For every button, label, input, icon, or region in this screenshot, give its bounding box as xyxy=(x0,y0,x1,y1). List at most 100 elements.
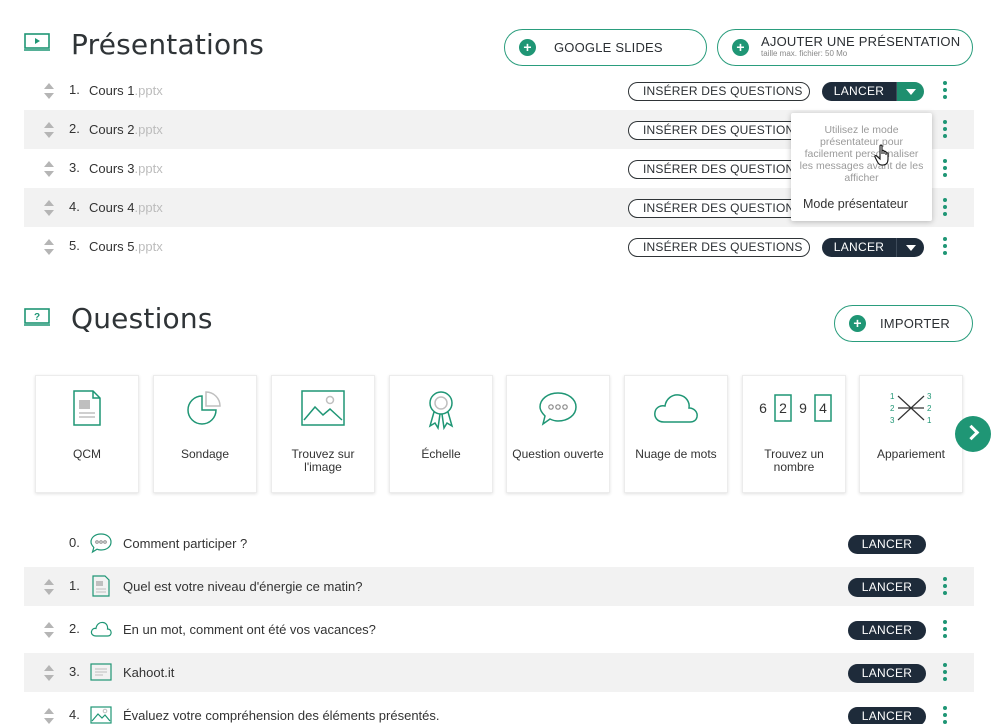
plus-icon: + xyxy=(519,39,536,56)
speech-bubble-icon xyxy=(90,533,112,554)
card-label: Sondage xyxy=(180,447,230,461)
more-options-icon[interactable] xyxy=(943,663,947,681)
card-label: Question ouverte xyxy=(512,447,604,461)
digit: 9 xyxy=(799,400,807,416)
row-number: 5. xyxy=(69,238,80,253)
more-options-icon[interactable] xyxy=(943,120,947,138)
launch-button[interactable]: LANCER xyxy=(848,535,926,554)
google-slides-button[interactable]: + GOOGLE SLIDES xyxy=(504,29,707,66)
plus-icon: + xyxy=(732,39,749,56)
insert-questions-button[interactable]: INSÉRER DES QUESTIONS xyxy=(628,199,810,218)
file-name: Cours 4 xyxy=(89,200,135,215)
card-label: Échelle xyxy=(421,447,461,461)
next-types-button[interactable] xyxy=(955,416,991,452)
more-options-icon[interactable] xyxy=(943,237,947,255)
more-options-icon[interactable] xyxy=(943,159,947,177)
insert-questions-button[interactable]: INSÉRER DES QUESTIONS xyxy=(628,160,810,179)
question-type-card-number[interactable]: 6 2 9 4 Trouvez un nombre xyxy=(742,375,846,493)
drag-handle-icon[interactable] xyxy=(44,665,54,681)
question-text[interactable]: Comment participer ? xyxy=(123,536,247,551)
question-row: 1. Quel est votre niveau d'énergie ce ma… xyxy=(24,567,974,606)
row-number: 1. xyxy=(69,82,80,97)
question-type-card-wordcloud[interactable]: Nuage de mots xyxy=(624,375,728,493)
more-options-icon[interactable] xyxy=(943,81,947,99)
launch-button[interactable]: LANCER xyxy=(848,707,926,724)
launch-options-toggle[interactable] xyxy=(896,82,924,101)
insert-questions-button[interactable]: INSÉRER DES QUESTIONS xyxy=(628,121,810,140)
presentation-name[interactable]: Cours 2.pptx xyxy=(89,122,163,137)
insert-questions-button[interactable]: INSÉRER DES QUESTIONS xyxy=(628,82,810,101)
launch-options-toggle[interactable] xyxy=(896,238,924,257)
presenter-mode-dropdown: Utilisez le mode présentateur pour facil… xyxy=(791,113,932,221)
drag-handle-icon[interactable] xyxy=(44,122,54,138)
row-number: 1. xyxy=(69,578,80,593)
drag-handle-icon[interactable] xyxy=(44,83,54,99)
presentations-title: Présentations xyxy=(71,28,265,61)
question-text[interactable]: En un mot, comment ont été vos vacances? xyxy=(123,622,376,637)
svg-text:2: 2 xyxy=(927,404,932,413)
drag-handle-icon[interactable] xyxy=(44,239,54,255)
card-label: QCM xyxy=(73,447,101,461)
drag-handle-icon[interactable] xyxy=(44,579,54,595)
presentation-icon xyxy=(24,33,50,51)
launch-button[interactable]: LANCER xyxy=(848,578,926,597)
launch-button[interactable]: LANCER xyxy=(822,82,896,101)
svg-text:?: ? xyxy=(34,312,40,323)
svg-text:2: 2 xyxy=(890,404,895,413)
row-number: 2. xyxy=(69,121,80,136)
document-icon xyxy=(73,390,101,426)
question-text[interactable]: Évaluez votre compréhension des éléments… xyxy=(123,708,440,723)
add-presentation-button[interactable]: + AJOUTER UNE PRÉSENTATION taille max. f… xyxy=(717,29,973,66)
question-type-card-open[interactable]: Question ouverte xyxy=(506,375,610,493)
caret-down-icon xyxy=(906,89,916,95)
launch-button[interactable]: LANCER xyxy=(822,238,896,257)
file-name: Cours 3 xyxy=(89,161,135,176)
question-row: 4. Évaluez votre compréhension des éléme… xyxy=(24,696,974,724)
question-type-card-matching[interactable]: 1 2 3 3 2 1 Appariement xyxy=(859,375,963,493)
file-extension: .pptx xyxy=(134,161,163,176)
launch-button[interactable]: LANCER xyxy=(848,621,926,640)
import-label: IMPORTER xyxy=(880,316,950,331)
presenter-mode-hint: Utilisez le mode présentateur pour facil… xyxy=(799,124,924,184)
insert-questions-button[interactable]: INSÉRER DES QUESTIONS xyxy=(628,238,810,257)
launch-button[interactable]: LANCER xyxy=(848,664,926,683)
file-extension: .pptx xyxy=(134,83,163,98)
document-icon xyxy=(92,575,110,597)
svg-text:1: 1 xyxy=(927,416,932,425)
presentation-name[interactable]: Cours 1.pptx xyxy=(89,83,163,98)
drag-handle-icon[interactable] xyxy=(44,708,54,724)
question-text[interactable]: Quel est votre niveau d'énergie ce matin… xyxy=(123,579,363,594)
presentation-name[interactable]: Cours 4.pptx xyxy=(89,200,163,215)
more-options-icon[interactable] xyxy=(943,577,947,595)
more-options-icon[interactable] xyxy=(943,198,947,216)
presenter-mode-option[interactable]: Mode présentateur xyxy=(803,197,908,211)
more-options-icon[interactable] xyxy=(943,620,947,638)
image-icon xyxy=(90,706,112,724)
import-button[interactable]: + IMPORTER xyxy=(834,305,973,342)
presentation-row: 1. Cours 1.pptx INSÉRER DES QUESTIONS LA… xyxy=(24,71,974,110)
file-extension: .pptx xyxy=(134,122,163,137)
presentation-name[interactable]: Cours 3.pptx xyxy=(89,161,163,176)
questions-title: Questions xyxy=(71,302,213,335)
question-type-card-scale[interactable]: Échelle xyxy=(389,375,493,493)
digit: 2 xyxy=(779,400,787,416)
more-options-icon[interactable] xyxy=(943,706,947,724)
image-icon xyxy=(301,390,345,426)
drag-handle-icon[interactable] xyxy=(44,200,54,216)
svg-text:3: 3 xyxy=(927,392,932,401)
presentation-name[interactable]: Cours 5.pptx xyxy=(89,239,163,254)
max-size-note: taille max. fichier: 50 Mo xyxy=(761,48,848,58)
chevron-right-icon xyxy=(963,424,980,441)
caret-down-icon xyxy=(906,245,916,251)
pie-chart-icon xyxy=(187,391,221,425)
drag-handle-icon[interactable] xyxy=(44,161,54,177)
question-board-icon: ? xyxy=(24,308,50,326)
question-type-card-image[interactable]: Trouvez sur l'image xyxy=(271,375,375,493)
cloud-icon xyxy=(90,621,112,637)
question-type-card-qcm[interactable]: QCM xyxy=(35,375,139,493)
add-presentation-label: AJOUTER UNE PRÉSENTATION xyxy=(761,33,961,49)
question-type-card-poll[interactable]: Sondage xyxy=(153,375,257,493)
drag-handle-icon[interactable] xyxy=(44,622,54,638)
question-text[interactable]: Kahoot.it xyxy=(123,665,174,680)
file-name: Cours 2 xyxy=(89,122,135,137)
